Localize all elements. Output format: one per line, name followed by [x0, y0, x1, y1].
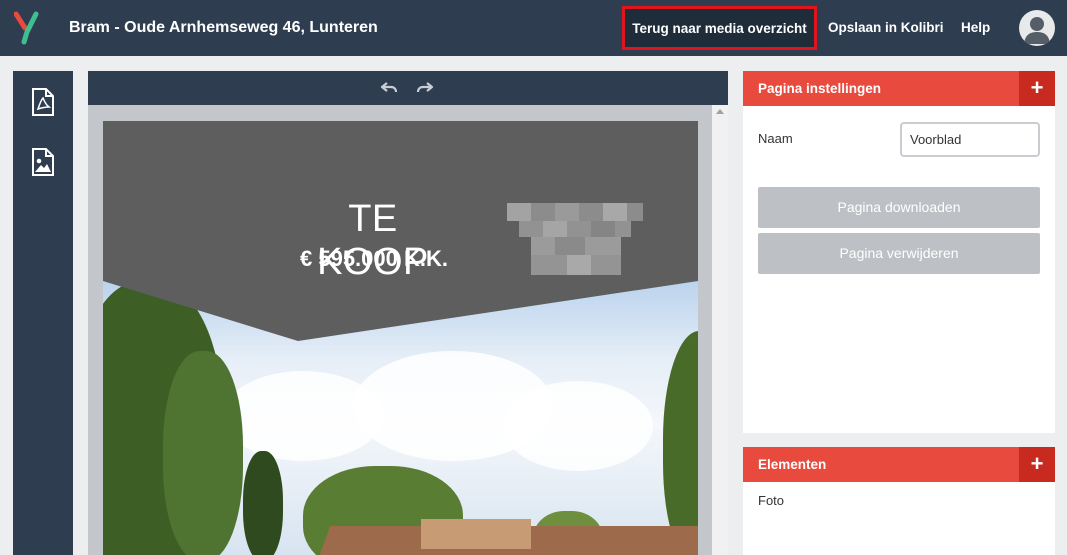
pdf-file-icon[interactable] [31, 88, 55, 116]
elements-add-button[interactable]: + [1019, 447, 1055, 482]
delete-page-button[interactable]: Pagina verwijderen [758, 233, 1040, 274]
save-in-kolibri-button[interactable]: Opslaan in Kolibri [828, 0, 944, 56]
left-sidebar [13, 71, 73, 555]
page-settings-title: Pagina instellingen [758, 81, 882, 96]
download-page-button[interactable]: Pagina downloaden [758, 187, 1040, 228]
image-file-icon[interactable] [31, 148, 55, 176]
sale-price[interactable]: € 595.000 K.K. [279, 246, 469, 272]
elements-header: Elementen + [743, 447, 1055, 482]
redo-icon[interactable] [416, 80, 434, 96]
scroll-up-arrow-icon[interactable] [716, 109, 724, 114]
elements-title: Elementen [758, 457, 827, 472]
top-bar: Bram - Oude Arnhemseweg 46, Lunteren Ter… [0, 0, 1067, 56]
page-settings-header: Pagina instellingen + [743, 71, 1055, 106]
user-avatar[interactable] [1019, 10, 1055, 46]
editor-toolbar [88, 71, 728, 105]
elements-panel: Elementen + Foto [743, 447, 1055, 555]
back-to-media-button[interactable]: Terug naar media overzicht [622, 6, 817, 50]
app-title: Bram - Oude Arnhemseweg 46, Lunteren [69, 19, 378, 36]
tree [163, 351, 243, 555]
element-item-foto[interactable]: Foto [758, 493, 784, 508]
app-logo[interactable] [14, 10, 40, 46]
pixelated-agency-logo[interactable] [507, 203, 643, 275]
page-settings-add-button[interactable]: + [1019, 71, 1055, 106]
page-editor: TE KOOP € 595.000 K.K. [88, 71, 728, 555]
house-roof [421, 519, 531, 549]
brochure-page[interactable]: TE KOOP € 595.000 K.K. [103, 121, 698, 555]
help-link[interactable]: Help [961, 0, 990, 56]
page-name-input[interactable] [900, 122, 1040, 157]
page-settings-panel: Pagina instellingen + Naam Pagina downlo… [743, 71, 1055, 433]
user-icon [1024, 17, 1050, 44]
name-label: Naam [758, 131, 793, 146]
tree [243, 451, 283, 555]
cloud [503, 381, 653, 471]
undo-icon[interactable] [380, 80, 398, 96]
editor-scrollbar[interactable] [712, 105, 728, 555]
